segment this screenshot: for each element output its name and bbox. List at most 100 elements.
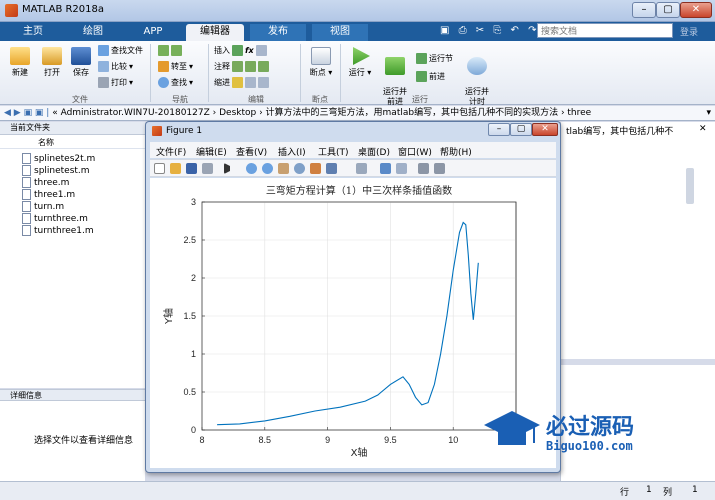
tab-home[interactable]: 主页 [8, 24, 58, 41]
comment-icon [232, 61, 243, 72]
nav-arrows-icon[interactable]: ◀ ▶ ▣ ▣ | [4, 108, 49, 118]
x-tick-label: 8 [199, 435, 204, 445]
find-button[interactable]: 查找 ▾ [158, 77, 193, 88]
minimize-button[interactable]: – [632, 2, 656, 18]
menu-desktop[interactable]: 桌面(D) [358, 145, 390, 158]
details-header: 详细信息 [0, 389, 145, 401]
compare-button[interactable]: 比较 ▾ [98, 61, 133, 72]
pan-icon[interactable] [278, 163, 289, 174]
y-tick-label: 1.5 [183, 311, 196, 321]
menu-view[interactable]: 查看(V) [236, 145, 267, 158]
run-section-button[interactable]: 运行节 [416, 53, 453, 64]
watermark: 必过源码 Biguo100.com [482, 407, 678, 461]
run-button[interactable]: 运行 ▾ [346, 47, 374, 78]
insert-icon [255, 45, 267, 56]
separator [340, 44, 341, 102]
row-number: 1 [646, 485, 652, 495]
increase-indent-icon [245, 77, 256, 88]
tab-editor[interactable]: 编辑器 [186, 24, 244, 41]
menu-edit[interactable]: 编辑(E) [196, 145, 227, 158]
y-tick-label: 2.5 [183, 235, 196, 245]
editor-path-fragment: tlab编写，其中包括几种不 [566, 127, 674, 137]
figure-menu-bar: 文件(F) 编辑(E) 查看(V) 插入(I) 工具(T) 桌面(D) 窗口(W… [150, 142, 556, 158]
y-axis-label: Y轴 [162, 308, 175, 325]
separator [208, 44, 209, 102]
goto-button[interactable]: 转至 ▾ [158, 61, 193, 72]
tab-plots[interactable]: 绘图 [66, 24, 120, 41]
list-item[interactable]: three.m [22, 177, 69, 188]
close-icon[interactable]: ✕ [699, 124, 707, 134]
play-icon [353, 47, 370, 65]
new-button[interactable]: 新建 [6, 47, 34, 78]
link-icon[interactable] [356, 163, 367, 174]
insert-section-icon [232, 45, 243, 56]
close-button[interactable]: ✕ [680, 2, 712, 18]
save-icon[interactable] [186, 163, 197, 174]
advance-icon [416, 71, 427, 82]
list-item[interactable]: turnthree1.m [22, 225, 94, 236]
list-item[interactable]: splinetest.m [22, 165, 90, 176]
tab-publish[interactable]: 发布 [250, 24, 306, 41]
figure-title: Figure 1 [166, 126, 203, 136]
cursor-icon[interactable] [224, 163, 235, 174]
insert-button[interactable]: 插入 fx [214, 45, 267, 56]
brush-icon[interactable] [326, 163, 337, 174]
app-title: MATLAB R2018a [22, 4, 105, 15]
figure-minimize-button[interactable]: – [488, 123, 510, 136]
watermark-name: 必过源码 [546, 415, 635, 440]
y-tick-label: 3 [191, 197, 196, 207]
stopwatch-icon [467, 57, 487, 75]
figure-maximize-button[interactable]: ▢ [510, 123, 532, 136]
folder-path[interactable]: « Administrator.WIN7U-20180127Z › Deskto… [52, 108, 591, 118]
print-button[interactable]: 打印 ▾ [98, 77, 133, 88]
name-column-header[interactable]: 名称 [0, 137, 145, 149]
list-item[interactable]: three1.m [22, 189, 75, 200]
sign-in-link[interactable]: 登录 [680, 25, 698, 38]
advance-button[interactable]: 前进 [416, 71, 445, 82]
rotate-icon[interactable] [294, 163, 305, 174]
open-icon[interactable] [170, 163, 181, 174]
figure-close-button[interactable]: ✕ [532, 123, 558, 136]
search-input[interactable] [537, 23, 673, 38]
list-item[interactable]: splinetes2t.m [22, 153, 95, 164]
new-figure-icon[interactable] [154, 163, 165, 174]
menu-window[interactable]: 窗口(W) [398, 145, 432, 158]
list-item[interactable]: turnthree.m [22, 213, 88, 224]
zoom-in-icon[interactable] [246, 163, 257, 174]
nav-group-label: 导航 [172, 95, 188, 104]
show-tools-icon[interactable] [434, 163, 445, 174]
smart-indent-icon [232, 77, 243, 88]
menu-file[interactable]: 文件(F) [156, 145, 186, 158]
hide-tools-icon[interactable] [418, 163, 429, 174]
find-files-button[interactable]: 查找文件 [98, 45, 143, 56]
nav-back-forward[interactable] [158, 45, 182, 56]
y-tick-label: 2 [191, 273, 196, 283]
colorbar-icon[interactable] [380, 163, 391, 174]
menu-tools[interactable]: 工具(T) [318, 145, 349, 158]
maximize-button[interactable]: ▢ [656, 2, 680, 18]
comment-button[interactable]: 注释 [214, 61, 269, 72]
m-file-icon [22, 225, 31, 236]
menu-insert[interactable]: 插入(I) [278, 145, 306, 158]
chevron-down-icon[interactable]: ▾ [706, 106, 711, 120]
tab-view[interactable]: 视图 [312, 24, 368, 41]
menu-help[interactable]: 帮助(H) [440, 145, 472, 158]
separator [150, 44, 151, 102]
y-tick-label: 0 [191, 425, 196, 435]
goto-icon [158, 61, 169, 72]
print-icon[interactable] [202, 163, 213, 174]
save-button[interactable]: 保存 [68, 47, 94, 78]
data-cursor-icon[interactable] [310, 163, 321, 174]
run-advance-icon [385, 57, 405, 75]
list-item[interactable]: turn.m [22, 201, 64, 212]
zoom-out-icon[interactable] [262, 163, 273, 174]
indent-button[interactable]: 缩进 [214, 77, 269, 88]
open-button[interactable]: 打开 [38, 47, 66, 78]
address-bar[interactable]: ◀ ▶ ▣ ▣ | « Administrator.WIN7U-20180127… [0, 106, 715, 121]
editor-pane[interactable] [560, 122, 715, 359]
breakpoints-button[interactable]: 断点 ▾ [306, 47, 336, 78]
scrollbar[interactable] [686, 168, 694, 204]
tab-apps[interactable]: APP [126, 24, 180, 41]
run-and-time-button[interactable]: 运行并 计时 [460, 47, 494, 107]
legend-icon[interactable] [396, 163, 407, 174]
